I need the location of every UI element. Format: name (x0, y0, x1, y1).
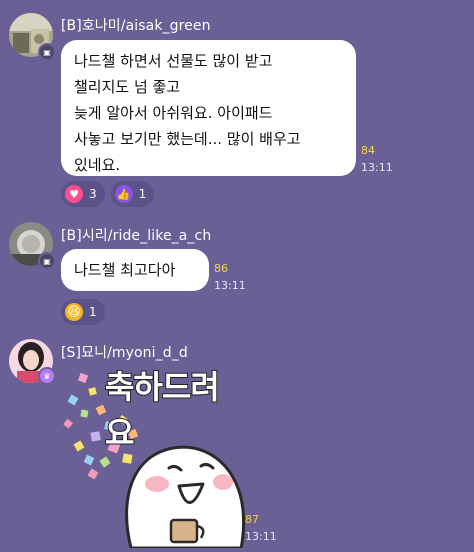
reaction-count: 1 (138, 187, 147, 201)
sticker[interactable]: 축하드려요 (61, 360, 246, 550)
message-line: 늦게 알아서 아쉬워요. 아이패드 (74, 104, 273, 122)
timestamp: 13:11 (214, 279, 246, 292)
reaction-bar: 😆 1 (61, 299, 105, 325)
reaction-grinning[interactable]: 😆 1 (61, 299, 105, 325)
sender-name[interactable]: [B]호나미/aisak_green (61, 15, 211, 35)
sticker-text: 축하드려요 (104, 367, 221, 453)
grinning-emoji-icon: 😆 (65, 303, 83, 321)
read-count: 86 (214, 262, 228, 275)
reaction-bar: ♥ 3 👍 1 (61, 181, 155, 207)
message-line: 있네요. (74, 156, 121, 174)
thumbs-up-icon: 👍 (114, 185, 133, 203)
sender-name[interactable]: [S]묘니/myoni_d_d (61, 342, 188, 362)
message-bubble[interactable]: 나드챌 최고다아 (61, 249, 209, 291)
message-line: 나드챌 하면서 선물도 많이 받고 (74, 52, 273, 70)
sender-name[interactable]: [B]시리/ride_like_a_ch (61, 225, 211, 245)
reaction-count: 1 (89, 305, 97, 319)
read-count: 87 (245, 513, 259, 526)
read-count: 84 (361, 144, 375, 157)
avatar-badge-icon: ▣ (38, 43, 56, 61)
avatar-badge-icon: ▣ (38, 252, 56, 270)
reaction-thumbs-up[interactable]: 👍 1 (110, 181, 155, 207)
message-line: 챌리지도 넘 좋고 (74, 78, 181, 96)
message-line: 사놓고 보기만 했는데... 많이 배우고 (74, 130, 301, 148)
heart-icon: ♥ (65, 185, 83, 203)
timestamp: 13:11 (245, 530, 277, 543)
timestamp: 13:11 (361, 161, 393, 174)
message-bubble[interactable]: 나드챌 하면서 선물도 많이 받고 챌리지도 넘 좋고 늦게 알아서 아쉬워요.… (61, 40, 356, 176)
crown-badge-icon: ♛ (38, 367, 56, 385)
reaction-count: 3 (89, 187, 97, 201)
message-line: 나드챌 최고다아 (74, 261, 176, 279)
reaction-heart[interactable]: ♥ 3 (61, 181, 105, 207)
